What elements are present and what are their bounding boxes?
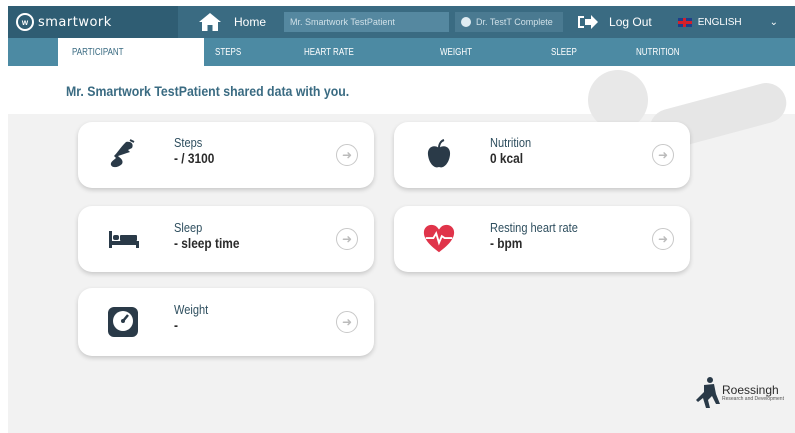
arrow-right-icon[interactable]: ➜ xyxy=(652,228,674,250)
heart-pulse-icon xyxy=(422,222,456,256)
card-label: Steps xyxy=(174,135,203,150)
weight-card[interactable]: Weight - ➜ xyxy=(78,288,374,356)
resting-heart-rate-card[interactable]: Resting heart rate - bpm ➜ xyxy=(394,206,690,272)
home-icon xyxy=(199,13,221,31)
card-label: Resting heart rate xyxy=(490,220,578,235)
card-value: - bpm xyxy=(490,235,523,251)
main-content: Mr. Smartwork TestPatient shared data wi… xyxy=(8,66,795,433)
roessingh-brand: Roessingh xyxy=(722,382,779,397)
roessingh-logo: Roessingh Research and Development xyxy=(694,376,784,410)
language-selector[interactable]: ENGLISH xyxy=(677,16,742,28)
therapist-name: Dr. TestT Complete xyxy=(476,17,553,27)
language-label: ENGLISH xyxy=(697,16,742,28)
arrow-right-icon[interactable]: ➜ xyxy=(336,144,358,166)
steps-card[interactable]: Steps - / 3100 ➜ xyxy=(78,122,374,188)
card-label: Sleep xyxy=(174,220,203,235)
arrow-right-icon[interactable]: ➜ xyxy=(336,228,358,250)
sleep-card[interactable]: Sleep - sleep time ➜ xyxy=(78,206,374,272)
logo-text: smartwork xyxy=(38,14,112,30)
tab-sleep[interactable]: SLEEP xyxy=(551,47,577,58)
home-link[interactable]: Home xyxy=(178,6,284,38)
home-label: Home xyxy=(234,15,267,29)
nutrition-card[interactable]: Nutrition 0 kcal ➜ xyxy=(394,122,690,188)
card-value: 0 kcal xyxy=(490,150,524,166)
user-icon xyxy=(461,17,472,27)
logo-mark-icon: w xyxy=(16,13,34,31)
background-figure xyxy=(588,70,648,130)
logout-icon xyxy=(578,15,599,29)
card-value: - xyxy=(174,317,178,333)
roessingh-figure-icon xyxy=(696,377,720,408)
scale-icon xyxy=(106,305,140,339)
bed-icon xyxy=(106,222,140,256)
card-value: - / 3100 xyxy=(174,150,215,166)
card-label: Nutrition xyxy=(490,135,532,150)
arrow-right-icon[interactable]: ➜ xyxy=(652,144,674,166)
card-value: - sleep time xyxy=(174,235,240,251)
chevron-down-icon[interactable]: ⌄ xyxy=(770,17,778,28)
tab-participant[interactable]: PARTICIPANT xyxy=(72,47,124,58)
app-logo[interactable]: w smartwork xyxy=(8,6,178,38)
tab-bar: PARTICIPANT STEPS HEART RATE WEIGHT SLEE… xyxy=(8,38,795,66)
running-shoe-icon xyxy=(106,138,140,172)
logout-label: Log Out xyxy=(609,15,652,29)
card-label: Weight xyxy=(174,302,209,317)
top-bar: w smartwork Home Mr. Smartwork TestPatie… xyxy=(8,6,795,38)
tab-steps[interactable]: STEPS xyxy=(215,47,241,58)
tab-nutrition[interactable]: NUTRITION xyxy=(636,47,680,58)
uk-flag-icon xyxy=(677,17,692,27)
tab-heart-rate[interactable]: HEART RATE xyxy=(304,47,354,58)
arrow-right-icon[interactable]: ➜ xyxy=(336,311,358,333)
apple-icon xyxy=(422,138,456,172)
therapist-info[interactable]: Dr. TestT Complete xyxy=(455,12,564,32)
logout-button[interactable]: Log Out xyxy=(577,13,652,31)
patient-selector[interactable]: Mr. Smartwork TestPatient xyxy=(284,12,450,32)
roessingh-subtitle: Research and Development xyxy=(722,395,784,402)
shared-data-message: Mr. Smartwork TestPatient shared data wi… xyxy=(66,83,350,99)
tab-weight[interactable]: WEIGHT xyxy=(440,47,472,58)
